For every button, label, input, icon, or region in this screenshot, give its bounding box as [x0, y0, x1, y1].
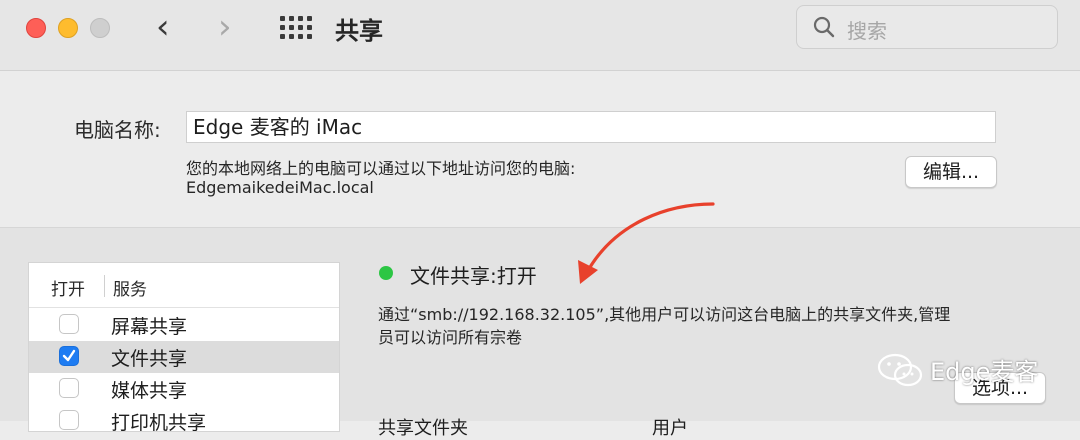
computer-name-section: 电脑名称: Edge 麦客的 iMac 您的本地网络上的电脑可以通过以下地址访问… — [0, 71, 1080, 228]
watermark-text: Edge麦客 — [930, 358, 1039, 386]
show-all-grid-icon[interactable] — [280, 16, 312, 40]
header-service: 服务 — [113, 280, 147, 300]
sharing-info-line-2: 员可以访问所有宗卷 — [378, 328, 523, 347]
forward-icon[interactable]: › — [218, 10, 232, 44]
service-row-file-sharing[interactable]: 文件共享 — [29, 341, 339, 373]
services-section: 打开 服务 屏幕共享 文件共享 媒体共享 打印机共享 文件共享:打开 通过“sm… — [0, 228, 1080, 439]
shared-folders-label: 共享文件夹 — [378, 418, 468, 439]
header-divider — [104, 275, 105, 297]
checkmark-icon — [62, 349, 76, 362]
service-row-screen-sharing[interactable]: 屏幕共享 — [29, 309, 339, 341]
search-icon — [813, 16, 835, 38]
service-list-header: 打开 服务 — [29, 263, 339, 308]
computer-name-input[interactable]: Edge 麦客的 iMac — [186, 111, 996, 143]
zoom-window-button[interactable] — [90, 18, 110, 38]
service-label: 文件共享 — [111, 348, 188, 370]
media-sharing-checkbox[interactable] — [59, 378, 79, 398]
printer-sharing-checkbox[interactable] — [59, 410, 79, 430]
back-icon[interactable]: ‹ — [156, 10, 170, 44]
sharing-info-line-1: 通过“smb://192.168.32.105”,其他用户可以访问这台电脑上的共… — [378, 305, 951, 324]
wechat-icon — [877, 353, 923, 387]
computer-name-label: 电脑名称: — [74, 118, 161, 142]
window-title: 共享 — [335, 17, 383, 45]
search-placeholder: 搜索 — [847, 19, 887, 43]
file-sharing-checkbox[interactable] — [59, 346, 79, 366]
file-sharing-status: 文件共享:打开 — [410, 264, 537, 288]
service-row-media-sharing[interactable]: 媒体共享 — [29, 373, 339, 405]
header-on: 打开 — [51, 280, 85, 300]
service-label: 打印机共享 — [111, 412, 207, 432]
close-window-button[interactable] — [26, 18, 46, 38]
service-row-printer-sharing[interactable]: 打印机共享 — [29, 405, 339, 432]
users-label: 用户 — [652, 418, 688, 439]
screen-sharing-checkbox[interactable] — [59, 314, 79, 334]
status-indicator — [379, 266, 393, 280]
annotation-arrow-icon — [578, 202, 715, 284]
access-description: 您的本地网络上的电脑可以通过以下地址访问您的电脑: — [186, 159, 576, 178]
title-bar: ‹ › 共享 搜索 — [0, 0, 1080, 71]
search-field[interactable]: 搜索 — [796, 5, 1058, 49]
edit-button[interactable]: 编辑... — [905, 156, 997, 188]
service-list: 打开 服务 屏幕共享 文件共享 媒体共享 打印机共享 — [28, 262, 340, 432]
local-address: EdgemaikedeiMac.local — [186, 178, 374, 197]
minimize-window-button[interactable] — [58, 18, 78, 38]
service-label: 媒体共享 — [111, 380, 188, 402]
service-label: 屏幕共享 — [111, 316, 188, 338]
